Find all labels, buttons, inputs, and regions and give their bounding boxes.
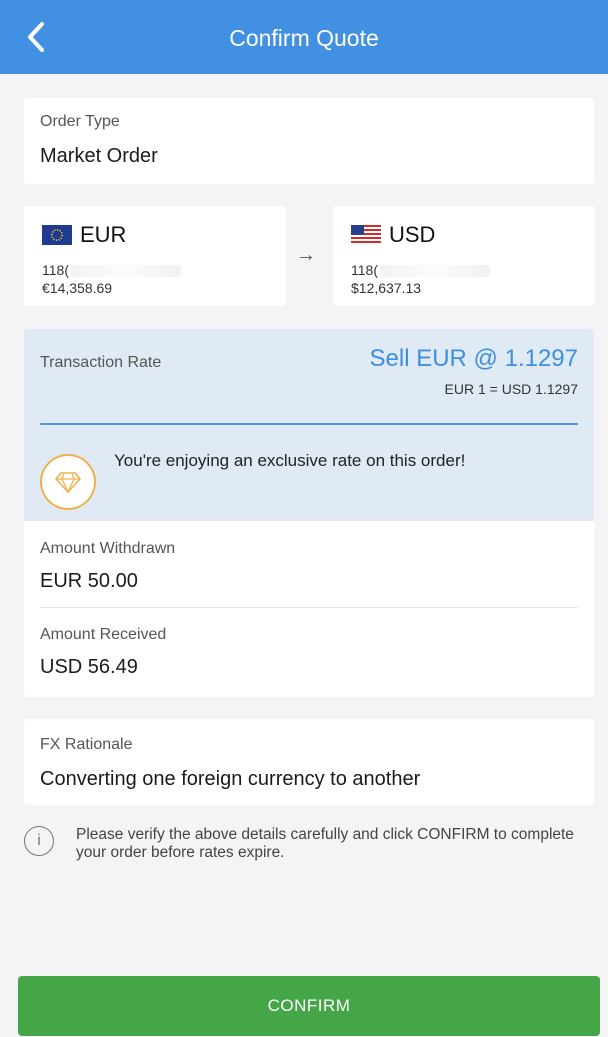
fx-rationale-card[interactable]: FX Rationale Converting one foreign curr…: [24, 719, 594, 805]
us-flag-icon: [351, 225, 381, 245]
info-icon: i: [24, 826, 54, 856]
order-type-value: Market Order: [40, 145, 158, 167]
rate-conversion: EUR 1 = USD 1.1297: [444, 381, 578, 397]
masked-account-number: [70, 265, 181, 278]
divider: [40, 607, 578, 608]
to-currency: USD: [389, 222, 436, 247]
divider: [40, 423, 578, 425]
from-account-number: 118(: [42, 262, 69, 278]
amount-withdrawn-value: EUR 50.00: [40, 570, 138, 592]
fx-rationale-label: FX Rationale: [40, 736, 133, 753]
info-text: Please verify the above details carefull…: [76, 826, 574, 861]
to-balance: $12,637.13: [351, 280, 422, 296]
order-type-label: Order Type: [40, 113, 120, 130]
exclusive-rate-message: You're enjoying an exclusive rate on thi…: [114, 451, 466, 470]
page-title: Confirm Quote: [229, 25, 379, 51]
from-account-card[interactable]: EUR 118( €14,358.69: [24, 206, 286, 306]
confirm-button[interactable]: CONFIRM: [18, 976, 600, 1036]
rate-main-value: Sell EUR @ 1.1297: [369, 345, 578, 372]
arrow-right-icon: →: [296, 244, 316, 266]
amount-received-label: Amount Received: [40, 626, 167, 643]
from-currency: EUR: [80, 222, 127, 247]
masked-account-number: [379, 265, 490, 278]
fx-rationale-value: Converting one foreign currency to anoth…: [40, 768, 421, 790]
exclusive-badge: [40, 454, 96, 510]
transaction-rate-label: Transaction Rate: [40, 354, 162, 371]
eu-flag-icon: [42, 225, 72, 245]
order-type-card: Order Type Market Order: [24, 98, 594, 184]
from-balance: €14,358.69: [42, 280, 113, 296]
amount-received-value: USD 56.49: [40, 656, 138, 678]
amount-withdrawn-label: Amount Withdrawn: [40, 540, 176, 557]
header-bar: Confirm Quote: [0, 0, 608, 74]
to-account-card[interactable]: USD 118( $12,637.13: [333, 206, 595, 306]
transaction-rate-panel: Transaction Rate Sell EUR @ 1.1297 EUR 1…: [24, 329, 594, 521]
diamond-icon: [55, 472, 81, 493]
to-account-number: 118(: [351, 262, 378, 278]
amounts-card: Amount Withdrawn EUR 50.00 Amount Receiv…: [24, 521, 594, 697]
